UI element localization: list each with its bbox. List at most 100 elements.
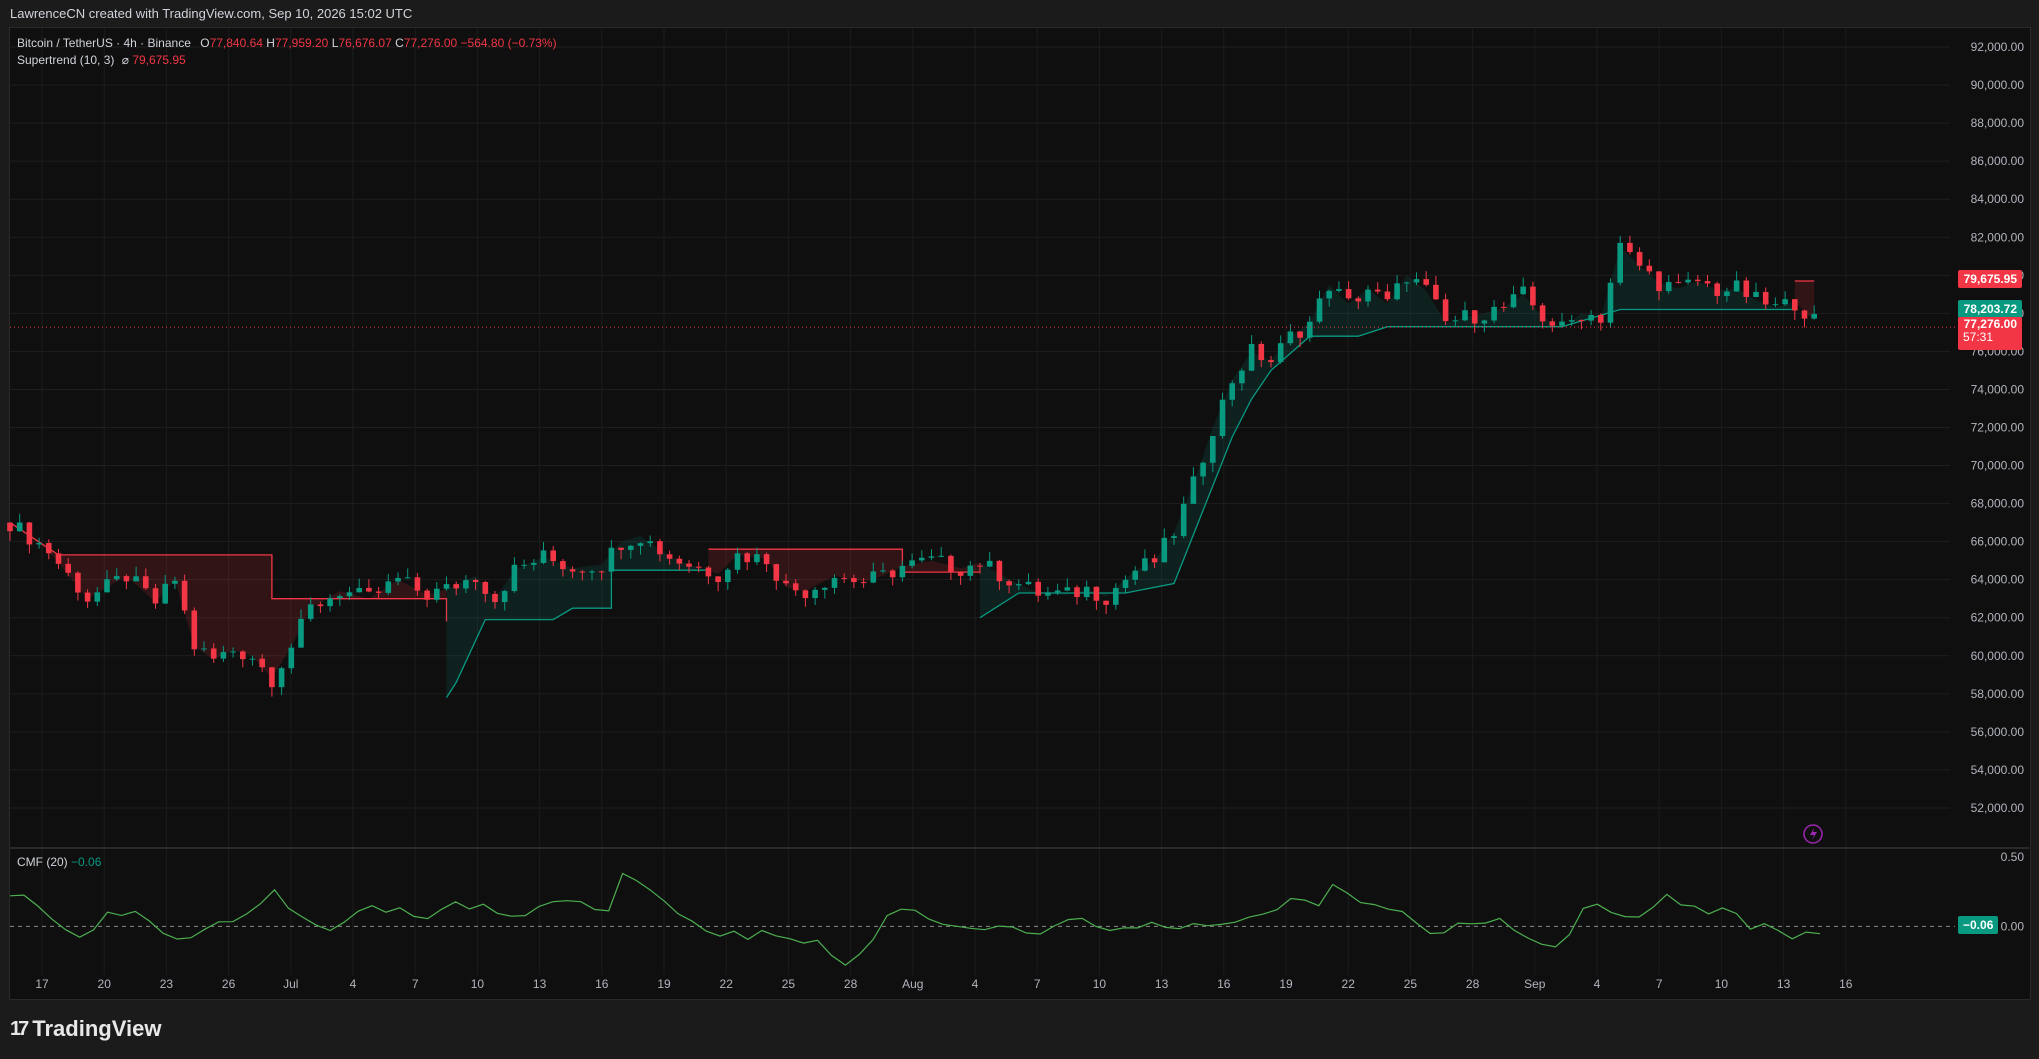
time-tick-label: Aug: [902, 977, 923, 991]
candle-body: [298, 618, 304, 648]
candle-body: [1782, 299, 1788, 305]
candle-body: [647, 541, 653, 544]
time-tick-label: 7: [1034, 977, 1041, 991]
candle-body: [812, 589, 818, 599]
candle-body: [938, 555, 944, 557]
candle-body: [802, 590, 809, 599]
time-tick-label: 16: [1217, 977, 1231, 991]
candle-body: [1355, 298, 1362, 302]
time-tick-label: 19: [657, 977, 671, 991]
candle-body: [492, 593, 498, 603]
candle-body: [967, 565, 974, 576]
candle-body: [1559, 321, 1565, 326]
price-tick-label: 62,000.00: [1971, 611, 2025, 625]
candle-body: [948, 555, 954, 572]
candle-body: [783, 580, 789, 584]
candle-body: [1074, 587, 1080, 598]
countdown-value: 57:31: [1963, 330, 1994, 344]
tradingview-wordmark: TradingView: [32, 1016, 162, 1041]
candle-body: [482, 581, 489, 594]
candle-body: [26, 522, 33, 545]
candle-body: [628, 545, 634, 550]
price-tick-label: 74,000.00: [1971, 382, 2025, 396]
supertrend-red-label: 79,675.95: [1958, 270, 2022, 288]
cmf-tick-label: 0.50: [2001, 850, 2025, 864]
candle-body: [1598, 314, 1604, 323]
candle-body: [1239, 370, 1245, 384]
candle-body: [172, 580, 178, 584]
candle-body: [870, 571, 877, 583]
tradingview-logo[interactable]: 17 TradingView: [10, 1016, 161, 1042]
symbol-title[interactable]: Bitcoin / TetherUS · 4h · Binance: [17, 36, 191, 50]
open-key: O: [200, 36, 210, 50]
candle-body: [1753, 291, 1759, 297]
candle-body: [278, 668, 285, 688]
candle-body: [1374, 289, 1381, 292]
candle-body: [1462, 310, 1468, 321]
candle-body: [36, 543, 42, 545]
candle-body: [191, 610, 198, 650]
candle-body: [589, 571, 595, 573]
candle-body: [1054, 590, 1061, 593]
candle-body: [1811, 314, 1817, 319]
candle-body: [1724, 291, 1730, 296]
candle-body: [851, 578, 857, 583]
time-tick-label: 16: [1839, 977, 1853, 991]
price-tick-label: 86,000.00: [1971, 154, 2025, 168]
candle-body: [1471, 310, 1478, 324]
indicator-name[interactable]: Supertrend (10, 3): [17, 53, 114, 67]
candle-body: [1801, 310, 1808, 319]
candle-body: [569, 569, 576, 572]
candle-body: [521, 564, 527, 566]
candle-body: [1093, 586, 1100, 601]
indicator-symbol: ⌀: [121, 53, 129, 67]
candle-body: [1627, 242, 1633, 253]
candle-body: [501, 591, 508, 603]
chart-canvas[interactable]: 92,000.00 90,000.00 88,000.00 86,000.00 84,0…: [0, 0, 2039, 1059]
cmf-name[interactable]: CMF (20): [17, 855, 68, 869]
candle-body: [1607, 282, 1614, 323]
candle-body: [1268, 360, 1274, 363]
candle-body: [977, 565, 983, 567]
price-tick-label: 70,000.00: [1971, 459, 2025, 473]
candle-body: [1539, 305, 1546, 322]
candle-body: [1219, 399, 1226, 437]
candle-body: [133, 576, 139, 582]
candle-body: [1384, 291, 1391, 300]
candle-body: [657, 541, 663, 555]
cmf-value: −0.06: [71, 855, 102, 869]
candle-body: [1501, 306, 1507, 308]
candle-body: [1316, 298, 1323, 322]
candle-body: [1423, 279, 1429, 285]
candle-body: [181, 580, 188, 611]
candle-body: [1792, 299, 1798, 311]
time-tick-label: 13: [533, 977, 547, 991]
candle-body: [540, 550, 547, 563]
change-value: −564.80 (−0.73%): [460, 36, 557, 50]
candle-body: [55, 553, 62, 564]
candle-body: [1646, 265, 1653, 272]
cmf-legend: CMF (20) −0.06: [17, 855, 101, 869]
candle-body: [1636, 252, 1643, 266]
candle-body: [1132, 570, 1138, 580]
supertrend-fill: [980, 246, 1795, 618]
candle-body: [1035, 581, 1041, 596]
price-tick-label: 88,000.00: [1971, 116, 2025, 130]
candle-body: [1452, 320, 1459, 322]
time-tick-label: 4: [1594, 977, 1601, 991]
candle-body: [1025, 581, 1032, 585]
candle-body: [1248, 343, 1255, 371]
time-tick-label: 13: [1777, 977, 1791, 991]
candle-body: [414, 577, 421, 591]
candle-body: [1413, 279, 1420, 283]
candle-body: [560, 561, 566, 570]
time-tick-label: 10: [1093, 977, 1107, 991]
candle-body: [1151, 558, 1158, 563]
price-tick-label: 84,000.00: [1971, 192, 2025, 206]
candle-body: [1277, 343, 1284, 363]
close-key: C: [395, 36, 404, 50]
lightning-bolt-icon: [1810, 828, 1817, 840]
time-tick-label: 19: [1279, 977, 1293, 991]
candle-body: [46, 543, 52, 554]
candle-body: [511, 564, 518, 592]
